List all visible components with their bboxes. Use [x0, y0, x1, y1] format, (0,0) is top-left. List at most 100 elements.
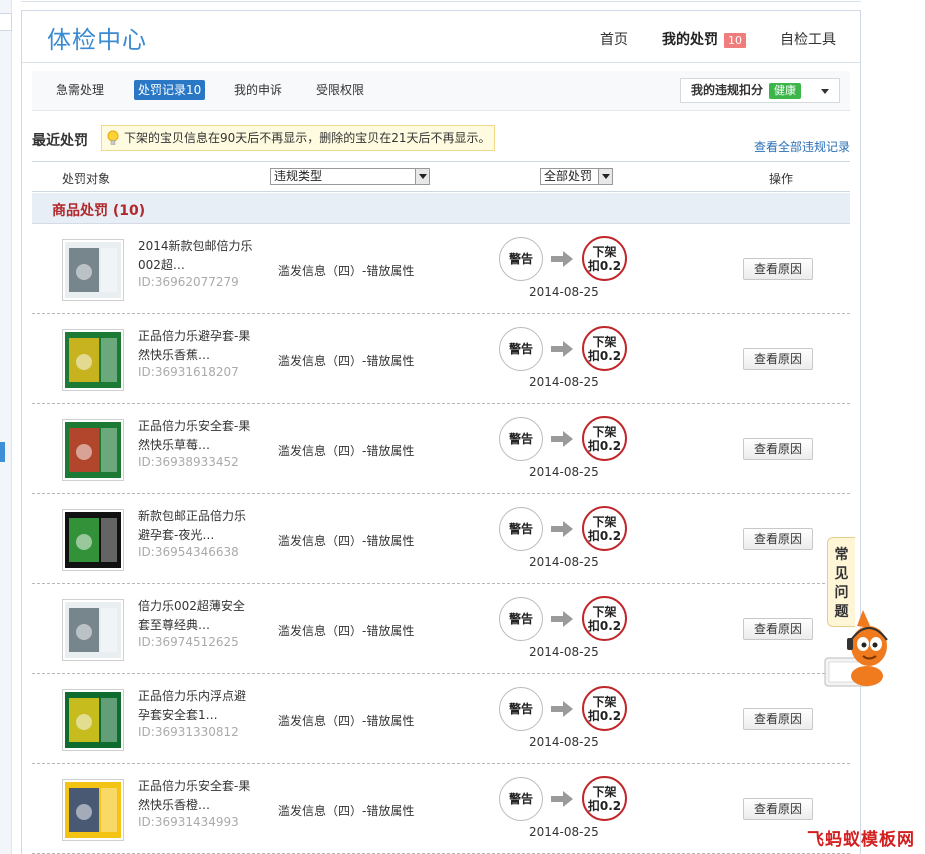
warning-step: 警告	[499, 327, 543, 371]
product-name-link[interactable]: 正品倍力乐避孕套-果然快乐香蕉…	[138, 327, 253, 365]
view-reason-button[interactable]: 查看原因	[743, 798, 813, 820]
penalty-action: 下架	[592, 695, 617, 709]
penalty-points: 扣0.2	[587, 619, 622, 633]
penalty-date: 2014-08-25	[529, 555, 599, 569]
product-image	[65, 602, 121, 658]
product-image	[65, 332, 121, 388]
arrow-right-icon	[551, 791, 573, 807]
product-name-link[interactable]: 正品倍力乐安全套-果然快乐香橙…	[138, 777, 253, 815]
penalty-step: 下架 扣0.2	[582, 686, 627, 731]
health-status-badge: 健康	[769, 83, 802, 99]
penalty-date: 2014-08-25	[529, 825, 599, 839]
product-image	[65, 512, 121, 568]
penalty-step: 下架 扣0.2	[582, 506, 627, 551]
product-id: ID:36931330812	[138, 725, 239, 739]
view-reason-button[interactable]: 查看原因	[743, 258, 813, 280]
product-name-link[interactable]: 倍力乐002超薄安全套至尊经典…	[138, 597, 253, 635]
warning-step: 警告	[499, 687, 543, 731]
penalty-date: 2014-08-25	[529, 465, 599, 479]
page: 体检中心 首页 我的处罚 10 自检工具 急需处理 处罚记录10 我的申诉 受限权…	[0, 0, 925, 854]
arrow-right-icon	[551, 521, 573, 537]
warning-step: 警告	[499, 507, 543, 551]
view-reason-button[interactable]: 查看原因	[743, 438, 813, 460]
product-name-link[interactable]: 正品倍力乐内浮点避孕套安全套1…	[138, 687, 253, 725]
site-title[interactable]: 体检中心	[47, 20, 147, 55]
top-nav: 首页 我的处罚 10 自检工具	[566, 29, 836, 49]
penalty-date: 2014-08-25	[529, 735, 599, 749]
product-name-link[interactable]: 2014新款包邮倍力乐002超…	[138, 237, 253, 275]
nav-my-penalties[interactable]: 我的处罚 10	[662, 29, 746, 49]
product-thumbnail[interactable]	[62, 239, 124, 301]
product-thumbnail[interactable]	[62, 599, 124, 661]
product-image	[65, 782, 121, 838]
penalty-filter-select[interactable]: 全部处罚	[540, 168, 613, 185]
tab-penalty-records[interactable]: 处罚记录10	[134, 80, 206, 100]
left-sidebar-tab[interactable]	[0, 13, 12, 31]
penalty-step: 下架 扣0.2	[582, 596, 627, 641]
product-thumbnail[interactable]	[62, 329, 124, 391]
header: 体检中心 首页 我的处罚 10 自检工具	[22, 11, 860, 63]
penalty-action: 下架	[592, 335, 617, 349]
product-id: ID:36931618207	[138, 365, 239, 379]
product-thumbnail[interactable]	[62, 419, 124, 481]
violation-type-select[interactable]: 违规类型	[270, 168, 430, 185]
nav-my-penalties-label: 我的处罚	[662, 32, 718, 48]
arrow-right-icon	[551, 251, 573, 267]
table-row: 正品倍力乐避孕套-果然快乐香蕉… ID:36931618207 滥发信息（四）-错放…	[32, 314, 850, 404]
penalty-step: 下架 扣0.2	[582, 776, 627, 821]
product-id: ID:36954346638	[138, 545, 239, 559]
section-title: 商品处罚 (10)	[52, 203, 146, 219]
violation-type: 滥发信息（四）-错放属性	[278, 624, 415, 638]
penalty-date: 2014-08-25	[529, 645, 599, 659]
table-row: 2014新款包邮倍力乐002超… ID:36962077279 滥发信息（四）-错放…	[32, 224, 850, 314]
penalty-date: 2014-08-25	[529, 285, 599, 299]
nav-self-check-tools[interactable]: 自检工具	[780, 29, 836, 49]
product-thumbnail[interactable]	[62, 779, 124, 841]
table-row: 正品倍力乐安全套-果然快乐香橙… ID:36931434993 滥发信息（四）-错放…	[32, 764, 850, 854]
tab-urgent[interactable]: 急需处理	[52, 80, 108, 100]
tab-restricted-permissions[interactable]: 受限权限	[312, 80, 368, 100]
violation-score-dropdown[interactable]: 我的违规扣分 健康	[680, 78, 840, 103]
left-sidebar-active-marker	[0, 442, 5, 462]
penalty-action: 下架	[592, 605, 617, 619]
penalty-action: 下架	[592, 515, 617, 529]
product-thumbnail[interactable]	[62, 509, 124, 571]
violation-score-label: 我的违规扣分	[691, 83, 764, 97]
recent-penalties-title: 最近处罚	[32, 133, 88, 149]
product-id: ID:36962077279	[138, 275, 239, 289]
nav-home[interactable]: 首页	[600, 29, 628, 49]
sub-nav: 急需处理 处罚记录10 我的申诉 受限权限 我的违规扣分 健康	[32, 71, 850, 111]
warning-step: 警告	[499, 417, 543, 461]
view-reason-button[interactable]: 查看原因	[743, 708, 813, 730]
warning-step: 警告	[499, 237, 543, 281]
view-reason-button[interactable]: 查看原因	[743, 618, 813, 640]
chevron-down-icon	[598, 169, 612, 184]
view-reason-button[interactable]: 查看原因	[743, 528, 813, 550]
view-reason-button[interactable]: 查看原因	[743, 348, 813, 370]
lightbulb-icon	[107, 130, 119, 145]
product-name-link[interactable]: 正品倍力乐安全套-果然快乐草莓…	[138, 417, 253, 455]
tab-my-appeals[interactable]: 我的申诉	[230, 80, 286, 100]
violation-type: 滥发信息（四）-错放属性	[278, 714, 415, 728]
col-penalty-target: 处罚对象	[62, 172, 111, 186]
mascot-icon[interactable]	[823, 600, 893, 692]
warning-step: 警告	[499, 597, 543, 641]
arrow-right-icon	[551, 431, 573, 447]
view-all-violations-link[interactable]: 查看全部违规记录	[754, 138, 850, 155]
product-id: ID:36931434993	[138, 815, 239, 829]
table-row: 正品倍力乐安全套-果然快乐草莓… ID:36938933452 滥发信息（四）-错放…	[32, 404, 850, 494]
penalty-points: 扣0.2	[587, 349, 622, 363]
penalty-points: 扣0.2	[587, 439, 622, 453]
product-name-link[interactable]: 新款包邮正品倍力乐避孕套-夜光…	[138, 507, 253, 545]
product-thumbnail[interactable]	[62, 689, 124, 751]
penalty-date: 2014-08-25	[529, 375, 599, 389]
retention-tip-text: 下架的宝贝信息在90天后不再显示，删除的宝贝在21天后不再显示。	[124, 131, 491, 145]
penalty-points: 扣0.2	[587, 799, 622, 813]
arrow-right-icon	[551, 341, 573, 357]
retention-tip: 下架的宝贝信息在90天后不再显示，删除的宝贝在21天后不再显示。	[101, 125, 495, 151]
violation-type: 滥发信息（四）-错放属性	[278, 534, 415, 548]
violation-type: 滥发信息（四）-错放属性	[278, 354, 415, 368]
penalty-action: 下架	[592, 245, 617, 259]
product-id: ID:36974512625	[138, 635, 239, 649]
penalty-points: 扣0.2	[587, 259, 622, 273]
